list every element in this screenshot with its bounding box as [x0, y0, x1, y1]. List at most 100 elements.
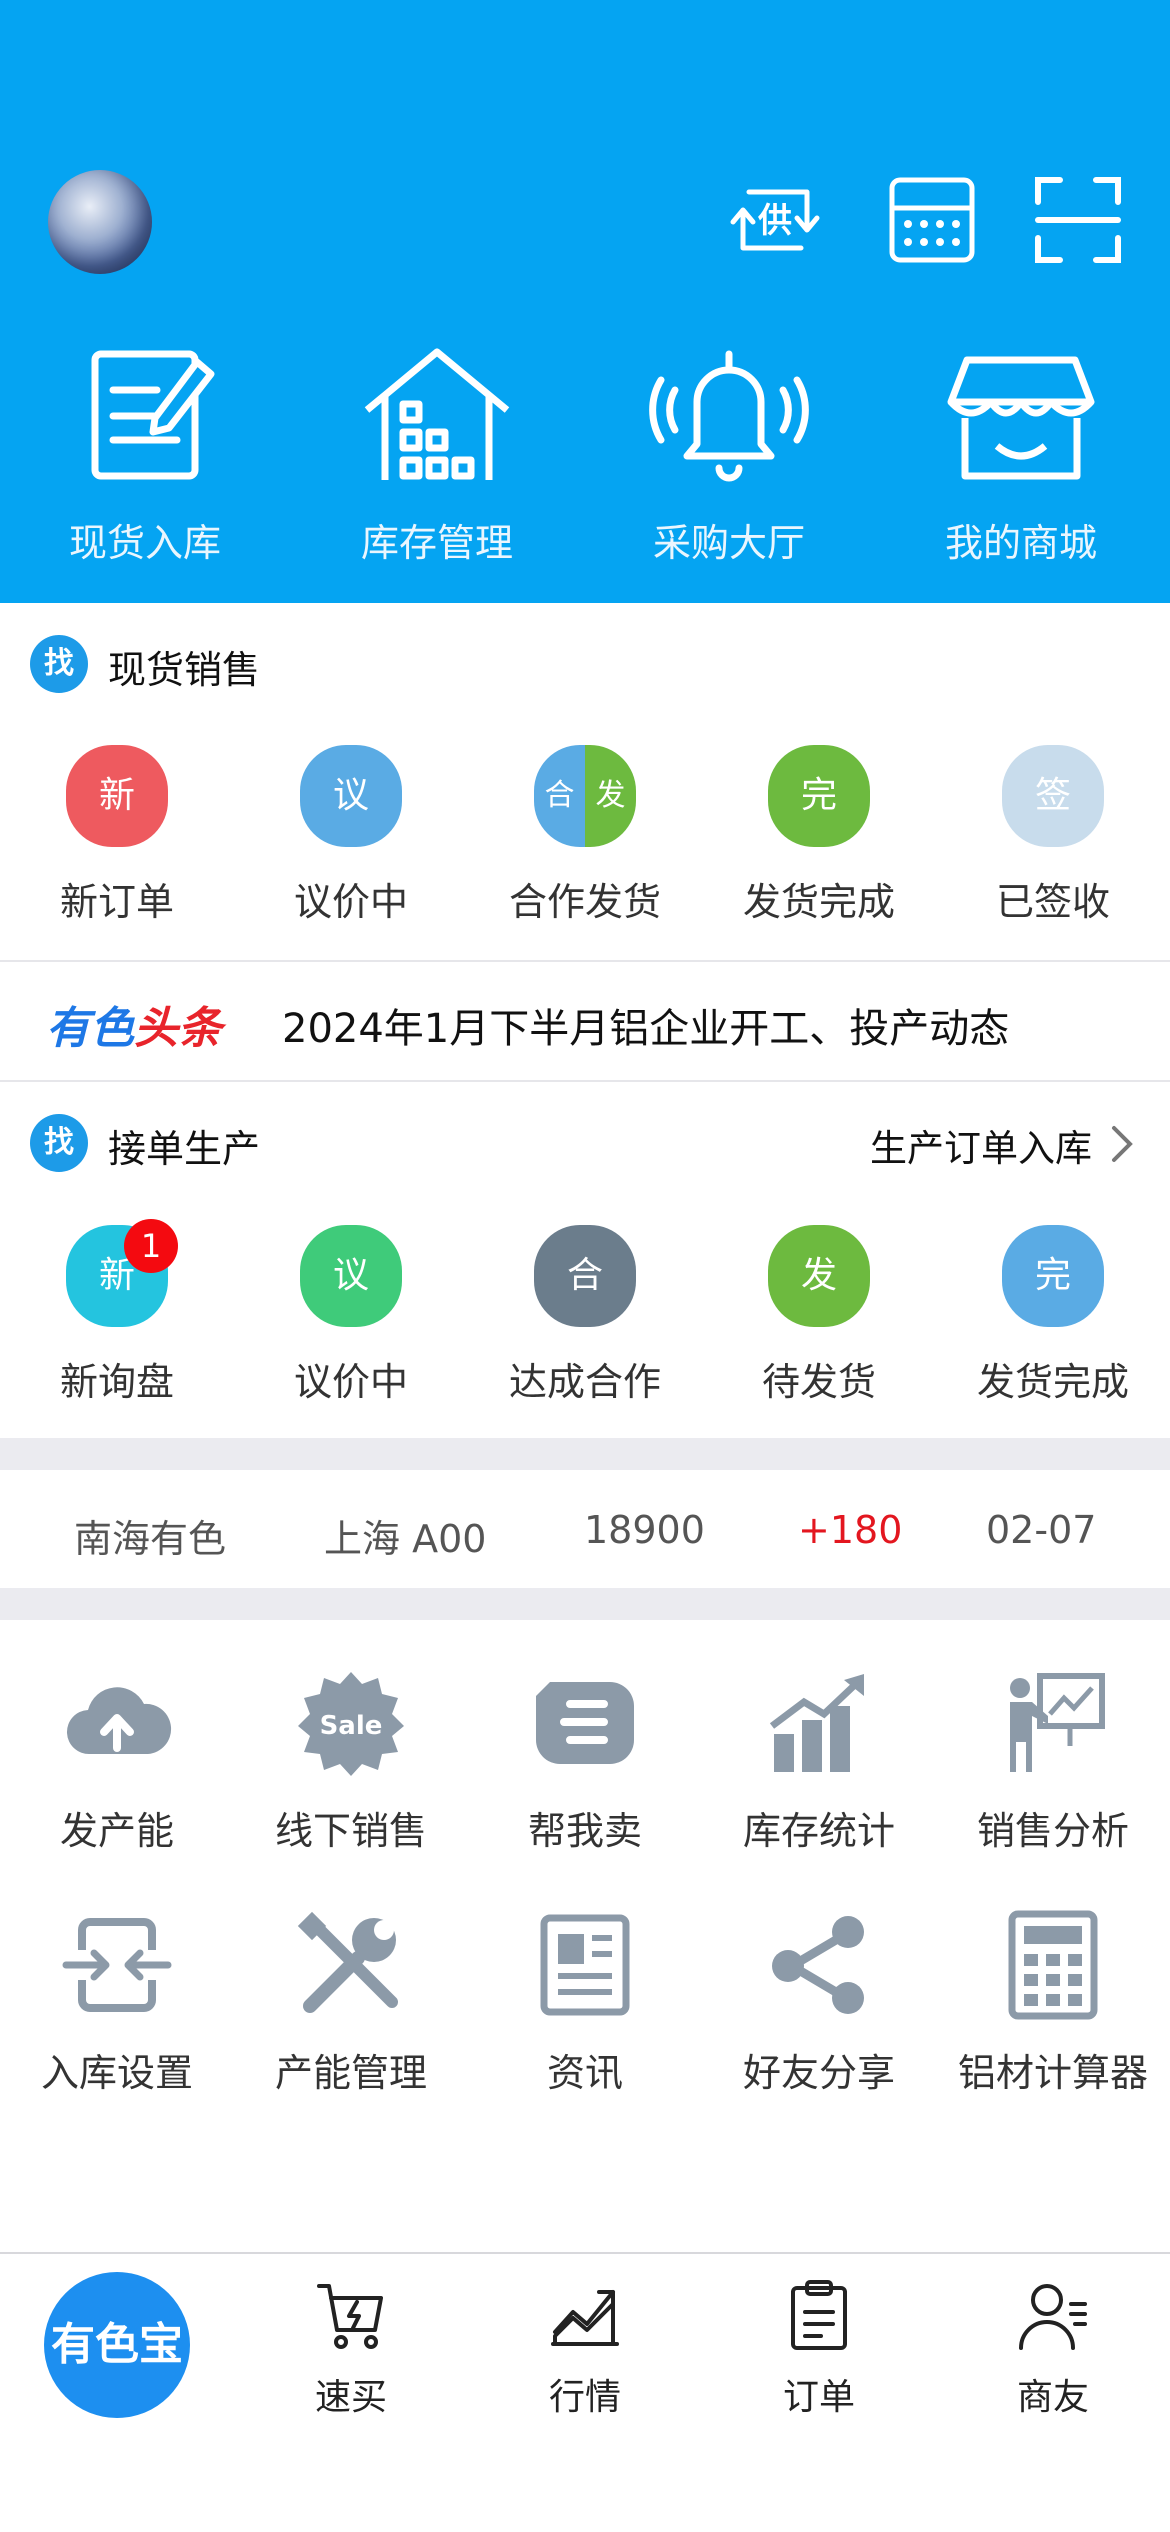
news-brand-logo: 有色头条: [46, 992, 222, 1056]
tool-label: 库存统计: [742, 1809, 895, 1853]
compress-icon: [62, 1918, 172, 2012]
quick-action-stock-in[interactable]: 现货入库: [0, 340, 290, 570]
tool-sales-analysis[interactable]: 销售分析: [936, 1668, 1170, 1868]
status-label: 新询盘: [59, 1360, 174, 1404]
supply-switch-icon[interactable]: 供: [727, 172, 823, 268]
quick-action-label: 现货入库: [68, 521, 221, 565]
section-title: 接单生产: [108, 1127, 261, 1171]
tool-label: 帮我卖: [527, 1809, 642, 1853]
status-icon: 发: [768, 1225, 870, 1327]
status-signed[interactable]: 签 已签收: [936, 745, 1170, 926]
tab-business-friends[interactable]: 商友: [936, 2278, 1170, 2420]
status-icon: 议: [300, 745, 402, 847]
status-cooperative-shipping[interactable]: 合 发 合作发货: [468, 745, 702, 926]
find-badge: 找: [30, 1114, 88, 1172]
status-shipped[interactable]: 完 发货完成: [936, 1225, 1170, 1406]
status-label: 达成合作: [508, 1360, 661, 1404]
contacts-icon: [1019, 2284, 1087, 2350]
status-negotiating[interactable]: 议 议价中: [234, 745, 468, 926]
tool-stock-in-settings[interactable]: 入库设置: [0, 1910, 234, 2110]
news-banner[interactable]: 有色头条 2024年1月下半月铝企业开工、投产动态: [0, 962, 1170, 1080]
cloud-upload-icon: [66, 1687, 172, 1755]
status-label: 待发货: [761, 1360, 876, 1404]
tool-inventory-stats[interactable]: 库存统计: [702, 1668, 936, 1868]
tool-label: 线下销售: [274, 1809, 427, 1853]
tool-publish-capacity[interactable]: 发产能: [0, 1668, 234, 1868]
status-label: 议价中: [293, 880, 408, 924]
ticker-price: 18900: [584, 1508, 705, 1552]
status-new-inquiry[interactable]: 新 1 新询盘: [0, 1219, 234, 1406]
production-header: 找 接单生产 生产订单入库: [0, 1082, 1170, 1202]
status-new-order[interactable]: 新 新订单: [0, 745, 234, 926]
status-label: 发货完成: [742, 880, 895, 924]
bar-chart-icon: [769, 1674, 864, 1772]
tool-label: 好友分享: [742, 2051, 895, 2095]
presentation-icon: [1010, 1673, 1105, 1772]
avatar[interactable]: [48, 170, 152, 274]
quick-action-purchase-hall[interactable]: 采购大厅: [584, 340, 874, 570]
tool-label: 发产能: [59, 1809, 174, 1853]
market-ticker[interactable]: 南海有色 上海 A00 18900 +180 02-07: [0, 1470, 1170, 1588]
brand-part1: 有色: [46, 1003, 134, 1054]
status-label: 合作发货: [508, 880, 661, 924]
tool-label: 资讯: [546, 2051, 623, 2095]
status-shipped[interactable]: 完 发货完成: [702, 745, 936, 926]
status-to-ship[interactable]: 发 待发货: [702, 1225, 936, 1406]
calculator-icon[interactable]: [884, 172, 980, 268]
tab-label: 商友: [1016, 2377, 1089, 2418]
tab-quick-buy[interactable]: 速买: [234, 2278, 468, 2420]
help-sell-icon: [536, 1682, 634, 1764]
tool-help-me-sell[interactable]: 帮我卖: [468, 1668, 702, 1868]
quick-action-label: 我的商城: [944, 521, 1097, 565]
chevron-right-icon[interactable]: [1104, 1124, 1140, 1164]
tool-aluminum-calculator[interactable]: 铝材计算器: [936, 1910, 1170, 2110]
news-headline[interactable]: 2024年1月下半月铝企业开工、投产动态: [282, 996, 1009, 1054]
tools-icon: [297, 1911, 398, 2013]
tool-label: 销售分析: [976, 1809, 1129, 1853]
tab-label: 速买: [314, 2377, 387, 2418]
warehouse-icon: [364, 348, 510, 480]
spot-sales-header: 找 现货销售: [0, 603, 1170, 723]
clipboard-icon: [791, 2280, 847, 2350]
scan-icon[interactable]: [1030, 172, 1126, 268]
production-order-stock-in-link[interactable]: 生产订单入库: [870, 1118, 1092, 1172]
notification-badge: 1: [124, 1219, 178, 1273]
status-icon: 合 发: [534, 745, 636, 847]
quick-action-my-shop[interactable]: 我的商城: [876, 340, 1166, 570]
ticker-change: +180: [798, 1508, 903, 1552]
calculator-icon: [1008, 1910, 1098, 2020]
section-gap: [0, 1438, 1170, 1470]
quick-action-label: 库存管理: [360, 521, 513, 565]
shop-icon: [947, 356, 1095, 480]
quick-action-inventory[interactable]: 库存管理: [292, 340, 582, 570]
status-glyph-right: 发: [585, 745, 636, 847]
bell-icon: [649, 350, 809, 482]
tab-market[interactable]: 行情: [468, 2278, 702, 2420]
share-icon: [772, 1916, 864, 2014]
status-glyph-left: 合: [534, 745, 585, 847]
ticker-source: 南海有色: [74, 1517, 227, 1561]
tool-capacity-management[interactable]: 产能管理: [234, 1910, 468, 2110]
trend-chart-icon: [551, 2290, 619, 2346]
status-label: 新订单: [59, 880, 174, 924]
tool-news[interactable]: 资讯: [468, 1910, 702, 2110]
status-label: 发货完成: [976, 1360, 1129, 1404]
status-icon: 完: [768, 745, 870, 847]
tool-label: 产能管理: [274, 2051, 427, 2095]
tab-home-button[interactable]: 有色宝: [44, 2272, 190, 2418]
tool-label: 铝材计算器: [957, 2051, 1148, 2095]
app-home-page: 供 现货入库 库存管理 采购大厅 我的商城 找 现货销售 新 新订单 议 议价中…: [0, 0, 1170, 2532]
svg-text:Sale: Sale: [320, 1711, 383, 1741]
tab-label: 订单: [782, 2377, 855, 2418]
tool-share-with-friends[interactable]: 好友分享: [702, 1910, 936, 2110]
section-gap: [0, 1588, 1170, 1620]
tool-offline-sales[interactable]: Sale 线下销售: [234, 1668, 468, 1868]
status-deal-reached[interactable]: 合 达成合作: [468, 1225, 702, 1406]
status-label: 议价中: [293, 1360, 408, 1404]
svg-text:供: 供: [757, 201, 792, 241]
status-icon: 签: [1002, 745, 1104, 847]
production-status-row: 新 1 新询盘 议 议价中 合 达成合作 发 待发货 完 发货完成: [0, 1219, 1170, 1425]
tab-orders[interactable]: 订单: [702, 2278, 936, 2420]
ticker-market: 上海 A00: [324, 1517, 487, 1561]
status-negotiating[interactable]: 议 议价中: [234, 1225, 468, 1406]
